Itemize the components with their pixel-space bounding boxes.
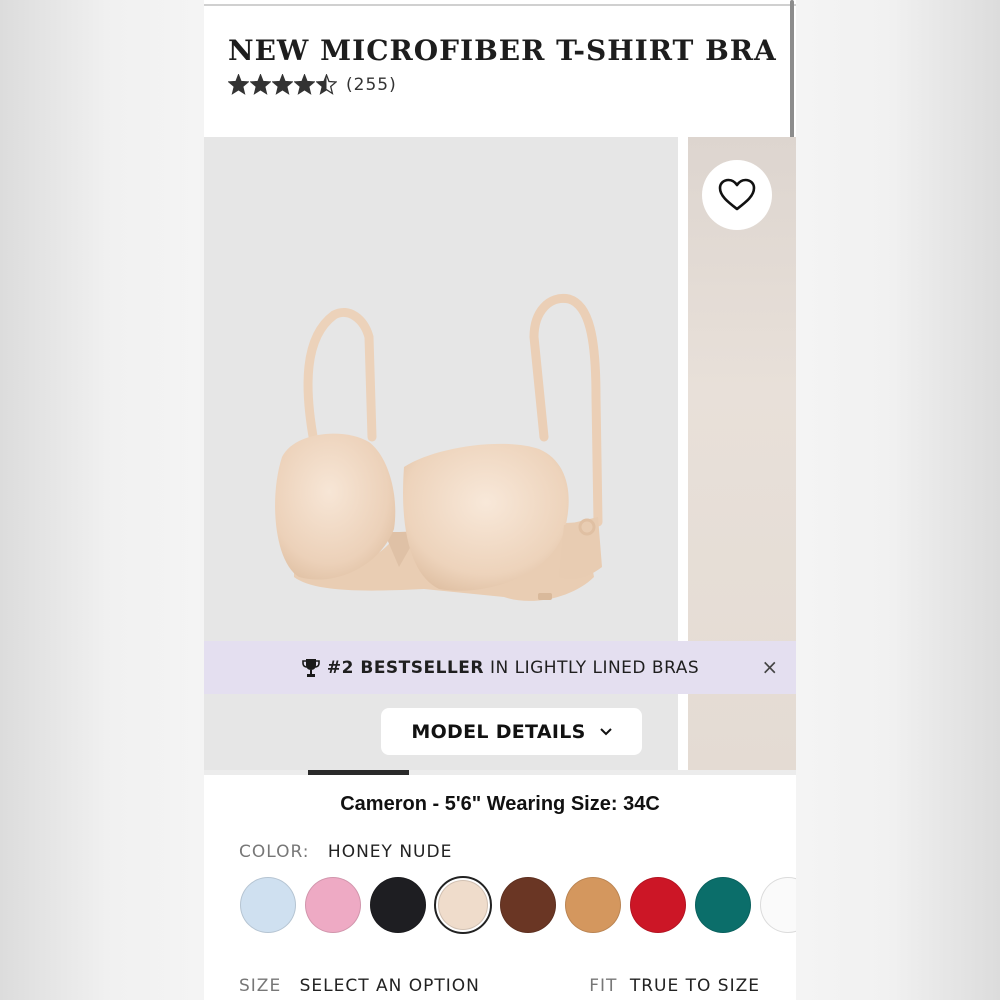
model-details-label: MODEL DETAILS — [411, 720, 586, 743]
color-swatch-caramel[interactable] — [564, 876, 622, 934]
top-divider — [204, 4, 796, 6]
fit-value: TRUE TO SIZE — [629, 976, 760, 996]
background-right — [796, 0, 1000, 1000]
close-icon[interactable]: × — [758, 655, 782, 679]
color-row: COLOR: HONEY NUDE — [239, 842, 452, 862]
model-details-button[interactable]: MODEL DETAILS — [381, 708, 642, 755]
color-value: HONEY NUDE — [327, 842, 453, 862]
fit-row: FIT TRUE TO SIZE — [589, 976, 760, 996]
color-swatch-fill — [630, 877, 686, 933]
color-label: COLOR: — [239, 842, 310, 862]
color-swatch-teal[interactable] — [694, 876, 752, 934]
color-swatch-fill — [695, 877, 751, 933]
color-swatch-honey-nude[interactable] — [434, 876, 492, 934]
color-swatch-brown[interactable] — [499, 876, 557, 934]
color-swatch-fill — [305, 877, 361, 933]
star-full-icon — [272, 74, 293, 95]
bestseller-category: IN LIGHTLY LINED BRAS — [490, 657, 700, 678]
gallery-progress-fill — [308, 770, 409, 775]
background-left — [0, 0, 204, 1000]
star-full-icon — [294, 74, 315, 95]
star-full-icon — [228, 74, 249, 95]
trophy-icon — [302, 658, 320, 677]
color-swatch-black[interactable] — [369, 876, 427, 934]
model-info: Cameron - 5'6" Wearing Size: 34C — [340, 793, 660, 815]
color-swatch-fill — [438, 880, 488, 930]
bestseller-banner: #2 BESTSELLER IN LIGHTLY LINED BRAS × — [204, 641, 796, 694]
fit-label: FIT — [589, 976, 618, 996]
color-swatch-light-blue[interactable] — [239, 876, 297, 934]
product-title: NEW MICROFIBER T-SHIRT BRA — [228, 34, 777, 67]
product-page: NEW MICROFIBER T-SHIRT BRA (255) #2 BEST… — [204, 0, 796, 1000]
size-select[interactable]: SELECT AN OPTION — [300, 976, 480, 996]
product-rating[interactable]: (255) — [228, 74, 397, 95]
color-swatches — [239, 876, 796, 934]
color-swatch-fill — [760, 877, 796, 933]
size-label: SIZE — [239, 976, 282, 996]
color-swatch-red[interactable] — [629, 876, 687, 934]
image-gallery[interactable]: #2 BESTSELLER IN LIGHTLY LINED BRAS × MO… — [204, 137, 796, 770]
color-swatch-fill — [370, 877, 426, 933]
color-swatch-fill — [565, 877, 621, 933]
rating-stars — [228, 74, 338, 95]
star-half-icon — [316, 74, 337, 95]
heart-outline-icon — [718, 178, 756, 211]
gallery-progress — [204, 770, 796, 775]
color-swatch-pink[interactable] — [304, 876, 362, 934]
review-count[interactable]: (255) — [346, 75, 397, 95]
star-full-icon — [250, 74, 271, 95]
color-swatch-fill — [500, 877, 556, 933]
favorite-button[interactable] — [702, 160, 772, 230]
bestseller-rank: #2 BESTSELLER — [326, 657, 485, 678]
chevron-down-icon — [599, 724, 612, 740]
scrollbar[interactable] — [790, 0, 794, 158]
color-swatch-white[interactable] — [759, 876, 796, 934]
color-swatch-fill — [240, 877, 296, 933]
size-row[interactable]: SIZE SELECT AN OPTION — [239, 976, 480, 996]
bra-product-image — [275, 293, 603, 601]
